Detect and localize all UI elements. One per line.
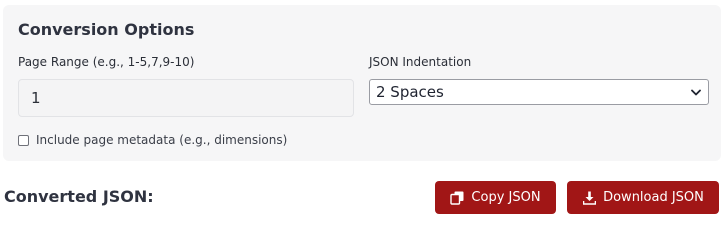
copy-json-label: Copy JSON bbox=[471, 190, 541, 205]
download-icon bbox=[582, 191, 596, 205]
page-range-label: Page Range (e.g., 1-5,7,9-10) bbox=[18, 55, 195, 69]
copy-icon bbox=[450, 191, 464, 205]
metadata-checkbox-label[interactable]: Include page metadata (e.g., dimensions) bbox=[36, 133, 287, 147]
json-indentation-selected: 2 Spaces bbox=[376, 83, 444, 101]
section-title: Conversion Options bbox=[18, 20, 195, 39]
chevron-down-icon bbox=[690, 86, 702, 98]
conversion-options-panel: Conversion Options Page Range (e.g., 1-5… bbox=[3, 5, 721, 161]
json-indentation-label: JSON Indentation bbox=[369, 55, 472, 69]
json-indentation-select[interactable]: 2 Spaces bbox=[369, 79, 709, 105]
converted-json-title: Converted JSON: bbox=[4, 187, 154, 206]
download-json-label: Download JSON bbox=[603, 190, 704, 205]
copy-json-button[interactable]: Copy JSON bbox=[435, 181, 556, 214]
metadata-checkbox[interactable] bbox=[18, 134, 29, 146]
metadata-option[interactable]: Include page metadata (e.g., dimensions) bbox=[18, 133, 287, 147]
download-json-button[interactable]: Download JSON bbox=[567, 181, 719, 214]
page-range-input[interactable] bbox=[18, 79, 354, 117]
